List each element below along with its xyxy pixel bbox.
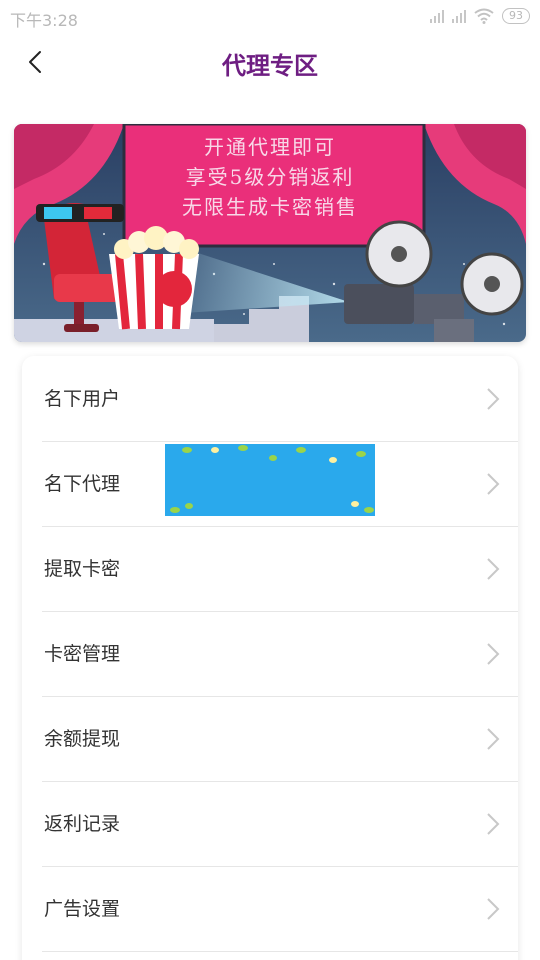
menu-item-rebate-records[interactable]: 返利记录 [42, 781, 518, 867]
chevron-right-icon [487, 473, 500, 495]
status-icons: 93 [430, 8, 530, 24]
menu-item-ad-settings[interactable]: 广告设置 [42, 866, 518, 952]
menu-item-extract-card[interactable]: 提取卡密 [42, 526, 518, 612]
chevron-right-icon [487, 813, 500, 835]
battery-indicator: 93 [502, 8, 530, 24]
menu-item-label: 名下用户 [44, 388, 121, 410]
menu-item-card-management[interactable]: 卡密管理 [42, 611, 518, 697]
nav-header: 代理专区 [0, 34, 540, 90]
leaf-pattern-graphic [170, 445, 374, 513]
menu-item-label: 提取卡密 [44, 558, 121, 580]
ad-overlay[interactable] [165, 444, 375, 516]
menu-item-label: 广告设置 [44, 898, 121, 920]
app-screen: 下午3:28 93 代理专区 开通代理即可 享受5级分销返利 无限生成卡密销售 … [0, 0, 540, 960]
wifi-icon [474, 8, 494, 24]
banner-line: 无限生成卡密销售 [182, 195, 358, 219]
chevron-right-icon [487, 558, 500, 580]
chevron-right-icon [487, 898, 500, 920]
banner-line: 开通代理即可 [204, 135, 336, 159]
menu-item-users[interactable]: 名下用户 [42, 356, 518, 442]
menu-item-label: 卡密管理 [44, 643, 121, 665]
banner-line: 享受5级分销返利 [185, 165, 355, 189]
signal-icon-2 [452, 9, 466, 23]
chevron-right-icon [487, 728, 500, 750]
menu-item-withdraw[interactable]: 余额提现 [42, 696, 518, 782]
status-bar: 下午3:28 93 [0, 0, 540, 34]
banner-text: 开通代理即可 享受5级分销返利 无限生成卡密销售 [14, 132, 526, 222]
signal-icon [430, 9, 444, 23]
page-title: 代理专区 [222, 52, 318, 80]
menu-item-label: 名下代理 [44, 473, 121, 495]
menu-item-label: 余额提现 [44, 728, 121, 750]
menu-item-label: 返利记录 [44, 813, 121, 835]
promo-banner[interactable]: 开通代理即可 享受5级分销返利 无限生成卡密销售 [14, 124, 526, 342]
chevron-right-icon [487, 643, 500, 665]
popcorn-graphic [109, 226, 199, 330]
chevron-right-icon [487, 388, 500, 410]
status-time: 下午3:28 [10, 11, 78, 30]
